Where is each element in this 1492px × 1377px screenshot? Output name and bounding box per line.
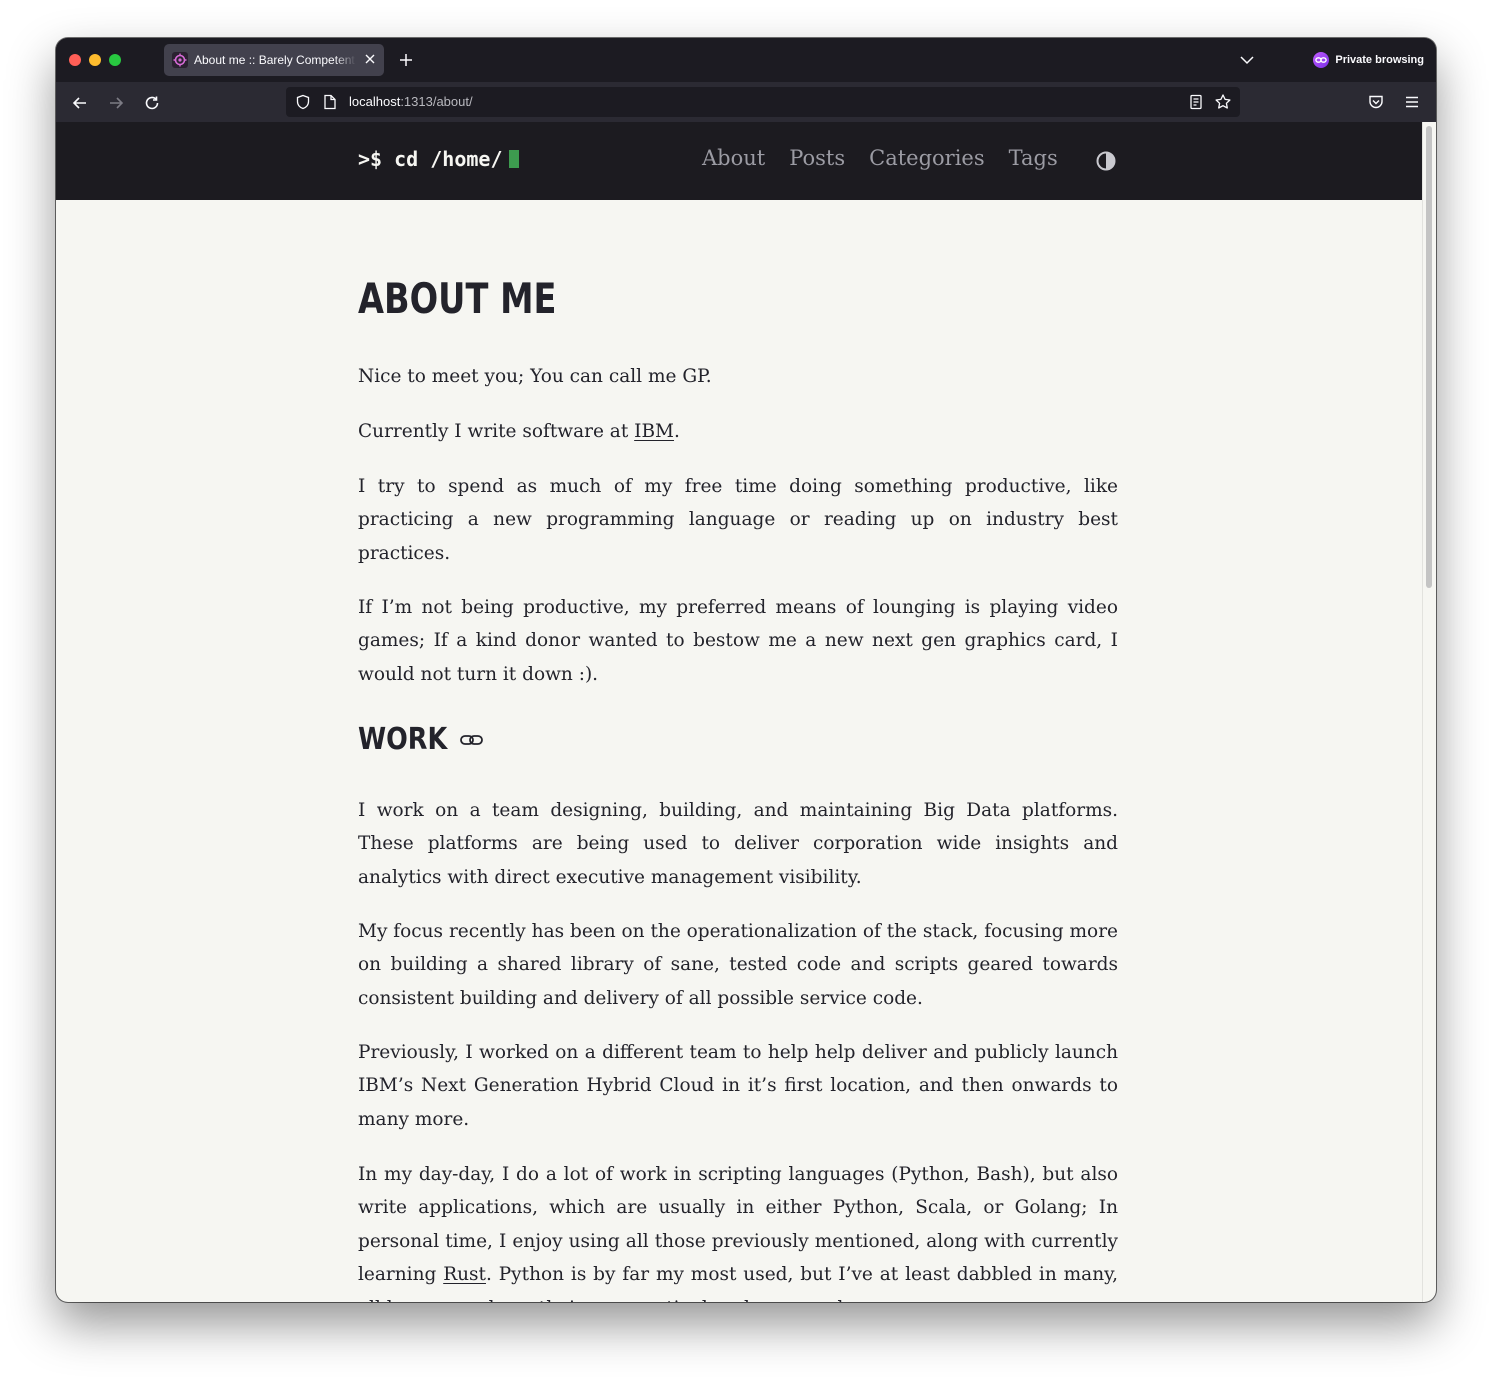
site-menu: About Posts Categories Tags — [702, 146, 1058, 170]
bookmark-star-icon[interactable] — [1214, 93, 1232, 111]
menu-item-tags[interactable]: Tags — [1009, 146, 1058, 170]
maximize-window-button[interactable] — [109, 54, 121, 66]
anchor-link-icon[interactable] — [459, 732, 485, 748]
page-viewport: >$ cd /home/ About Posts Categories Tags… — [56, 122, 1422, 1302]
paragraph-day-day: In my day-day, I do a lot of work in scr… — [358, 1158, 1118, 1302]
work-heading-row: WORK — [358, 722, 485, 757]
section-heading-work: WORK — [358, 722, 448, 757]
navigation-toolbar: localhost:1313/about/ — [56, 82, 1436, 122]
terminal-cursor-icon — [508, 150, 519, 168]
url-path: :1313/about/ — [400, 94, 473, 109]
site-logo[interactable]: >$ cd /home/ — [358, 147, 519, 171]
site-favicon-icon — [172, 52, 188, 68]
menu-item-categories[interactable]: Categories — [869, 146, 985, 170]
tab-bar: About me :: Barely Competent Dev Private… — [56, 38, 1436, 82]
rust-link[interactable]: Rust — [443, 1264, 486, 1285]
reload-icon[interactable] — [143, 94, 161, 112]
site-header: >$ cd /home/ About Posts Categories Tags — [56, 122, 1422, 200]
tracking-protection-shield-icon[interactable] — [295, 94, 311, 110]
tab-title: About me :: Barely Competent Dev — [194, 53, 356, 67]
paragraph-employer: Currently I write software at IBM. — [358, 415, 1118, 448]
forward-arrow-icon[interactable] — [107, 94, 125, 112]
browser-window: About me :: Barely Competent Dev Private… — [56, 38, 1436, 1302]
list-all-tabs-icon[interactable] — [1240, 54, 1254, 66]
url-bar[interactable]: localhost:1313/about/ — [286, 87, 1240, 117]
employer-text: Currently I write software at — [358, 421, 635, 442]
site-logo-text: >$ cd /home/ — [358, 147, 503, 171]
close-tab-icon[interactable] — [363, 52, 377, 66]
employer-text-end: . — [674, 421, 680, 442]
paragraph-free-time: I try to spend as much of my free time d… — [358, 476, 1118, 564]
url-text[interactable]: localhost:1313/about/ — [349, 94, 473, 109]
private-browsing-indicator: Private browsing — [1313, 52, 1424, 68]
private-mask-icon — [1313, 52, 1330, 68]
private-browsing-label: Private browsing — [1335, 54, 1424, 66]
paragraph-focus: My focus recently has been on the operat… — [358, 921, 1118, 1009]
page-title: ABOUT ME — [358, 274, 557, 323]
tab-active[interactable]: About me :: Barely Competent Dev — [164, 44, 384, 76]
paragraph-work-team: I work on a team designing, building, an… — [358, 800, 1118, 888]
close-window-button[interactable] — [69, 54, 81, 66]
paragraph-lounging: If I’m not being productive, my preferre… — [358, 597, 1118, 685]
url-host: localhost — [349, 94, 401, 109]
theme-toggle-icon[interactable] — [1095, 150, 1117, 172]
menu-item-about[interactable]: About — [702, 146, 765, 170]
ibm-link[interactable]: IBM — [634, 421, 674, 442]
menu-item-posts[interactable]: Posts — [789, 146, 845, 170]
minimize-window-button[interactable] — [89, 54, 101, 66]
scrollbar-thumb[interactable] — [1426, 126, 1432, 588]
pocket-icon[interactable] — [1367, 93, 1385, 111]
reader-view-icon[interactable] — [1188, 94, 1204, 110]
paragraph-previously: Previously, I worked on a different team… — [358, 1042, 1118, 1130]
back-arrow-icon[interactable] — [71, 94, 89, 112]
new-tab-icon[interactable] — [398, 52, 414, 68]
page-info-icon[interactable] — [323, 94, 337, 110]
paragraph-intro: Nice to meet you; You can call me GP. — [358, 366, 712, 387]
hamburger-menu-icon[interactable] — [1403, 93, 1421, 111]
